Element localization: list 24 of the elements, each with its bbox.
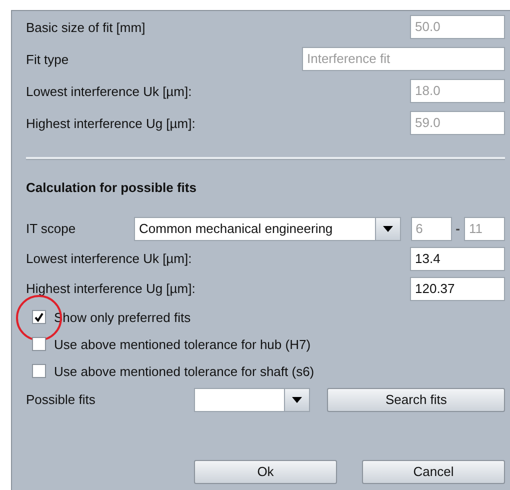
range-separator: - bbox=[456, 221, 460, 236]
field-label: Possible fits bbox=[26, 392, 96, 408]
text-field[interactable]: 13.4 bbox=[410, 246, 505, 271]
field-label: Lowest interference Uk [µm]: bbox=[26, 251, 192, 266]
checkbox[interactable] bbox=[32, 310, 46, 324]
checkbox-label: Use above mentioned tolerance for hub (H7) bbox=[54, 336, 311, 352]
section-heading: Calculation for possible fits bbox=[26, 180, 196, 195]
field-label: IT scope bbox=[26, 221, 77, 236]
search-button[interactable]: Search fits bbox=[327, 388, 505, 412]
checkbox[interactable] bbox=[32, 364, 46, 378]
field-label: Highest interference Ug [µm]: bbox=[26, 116, 196, 130]
caret-icon bbox=[383, 226, 393, 232]
field-label: Basic size of fit [mm] bbox=[26, 20, 146, 34]
field-label: Fit type bbox=[26, 52, 69, 66]
field-label: Highest interference Ug [µm]: bbox=[26, 281, 196, 296]
caret-icon bbox=[292, 396, 302, 403]
checkbox-label: Use above mentioned tolerance for shaft (s6) bbox=[54, 364, 314, 379]
text-field[interactable]: 120.37 bbox=[410, 276, 505, 301]
dropdown[interactable] bbox=[194, 388, 310, 412]
dialog-button[interactable]: Cancel bbox=[362, 460, 505, 484]
checkbox[interactable] bbox=[32, 337, 46, 352]
field-label: Lowest interference Uk [µm]: bbox=[26, 84, 192, 98]
dialog-button[interactable]: Ok bbox=[194, 460, 337, 484]
dropdown[interactable]: Common mechanical engineering bbox=[134, 216, 401, 241]
